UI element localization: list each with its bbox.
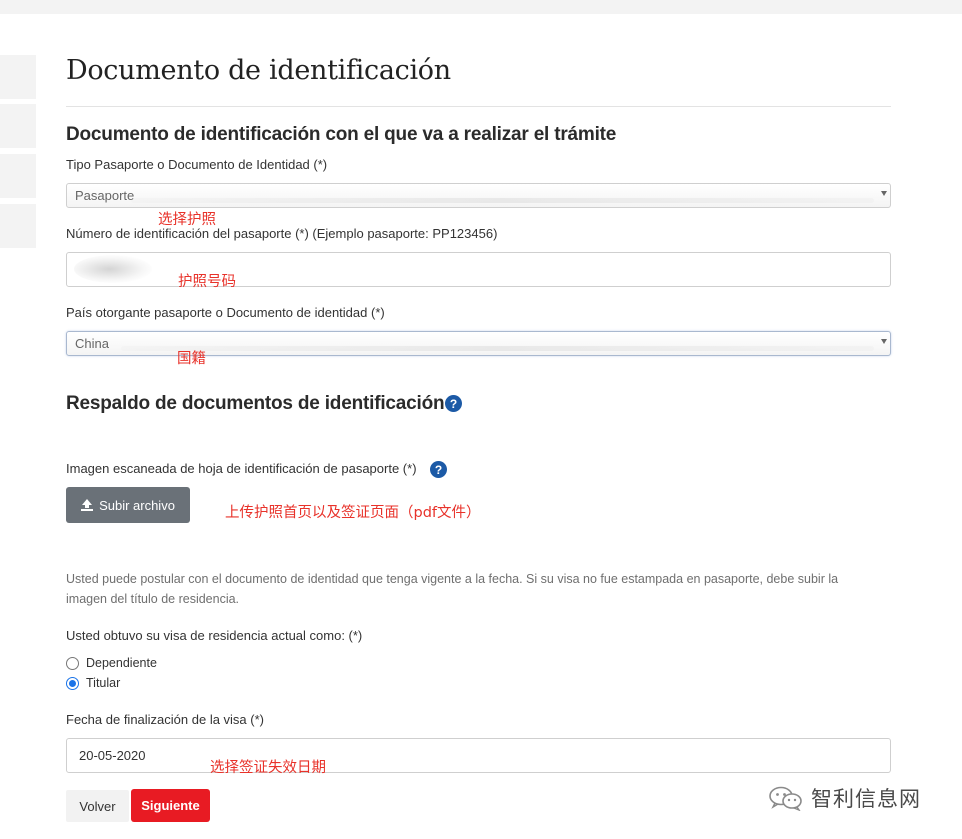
side-tab-2[interactable] bbox=[0, 104, 36, 148]
doc-type-select[interactable]: Pasaporte bbox=[66, 183, 891, 208]
help-icon[interactable]: ? bbox=[430, 461, 447, 478]
radio-titular[interactable]: Titular bbox=[66, 676, 120, 690]
upload-button-label: Subir archivo bbox=[99, 497, 175, 513]
radio-label: Titular bbox=[86, 676, 121, 690]
visa-question-label: Usted obtuvo su visa de residencia actua… bbox=[66, 628, 363, 643]
identity-section-heading: Documento de identificación con el que v… bbox=[66, 124, 617, 145]
visa-end-date-input[interactable]: 20-05-2020 bbox=[66, 738, 891, 773]
help-icon[interactable]: ? bbox=[445, 395, 462, 412]
backup-section-heading: Respaldo de documentos de identificación bbox=[66, 393, 445, 414]
dropdown-arrow-icon bbox=[881, 339, 887, 344]
doc-type-label: Tipo Pasaporte o Documento de Identidad … bbox=[66, 157, 328, 172]
blur-mark bbox=[121, 346, 874, 351]
page-title: Documento de identificación bbox=[66, 55, 451, 86]
wechat-icon bbox=[768, 785, 804, 812]
side-tab-4[interactable] bbox=[0, 204, 36, 248]
next-button[interactable]: Siguiente bbox=[131, 789, 210, 822]
watermark: 智利信息网 bbox=[768, 783, 921, 813]
radio-dependiente[interactable]: Dependiente bbox=[66, 656, 157, 670]
redacted-blur bbox=[74, 255, 152, 283]
upload-file-button[interactable]: Subir archivo bbox=[66, 487, 190, 523]
radio-label: Dependiente bbox=[86, 656, 157, 670]
visa-end-date-label: Fecha de finalización de la visa (*) bbox=[66, 712, 264, 727]
back-button[interactable]: Volver bbox=[66, 790, 129, 822]
dropdown-arrow-icon bbox=[881, 191, 887, 196]
doc-type-value: Pasaporte bbox=[75, 188, 135, 203]
issuing-country-label: País otorgante pasaporte o Documento de … bbox=[66, 305, 385, 320]
title-divider bbox=[66, 106, 891, 107]
annotation-passport-number: 护照号码 bbox=[178, 274, 236, 290]
side-tab-1[interactable] bbox=[0, 55, 36, 99]
annotation-visa-date: 选择签证失效日期 bbox=[210, 760, 326, 776]
top-bar bbox=[0, 0, 962, 14]
identity-note: Usted puede postular con el documento de… bbox=[66, 572, 839, 606]
side-tab-3[interactable] bbox=[0, 154, 36, 198]
upload-icon bbox=[81, 499, 94, 511]
visa-end-date-value: 20-05-2020 bbox=[79, 748, 146, 763]
scan-label: Imagen escaneada de hoja de identificaci… bbox=[66, 461, 417, 476]
passport-number-label: Número de identificación del pasaporte (… bbox=[66, 226, 498, 241]
watermark-text: 智利信息网 bbox=[811, 787, 921, 811]
radio-button[interactable] bbox=[66, 676, 79, 690]
annotation-nationality: 国籍 bbox=[177, 351, 206, 367]
annotation-upload-hint: 上传护照首页以及签证页面（pdf文件） bbox=[225, 505, 481, 521]
blur-mark bbox=[131, 198, 874, 203]
radio-button[interactable] bbox=[66, 656, 79, 670]
issuing-country-value: China bbox=[75, 336, 109, 351]
